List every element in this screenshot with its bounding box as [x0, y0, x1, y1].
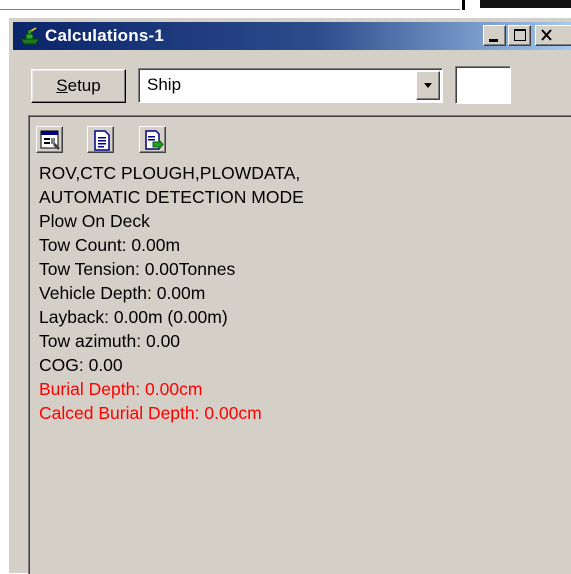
window-title: Calculations-1 [45, 26, 164, 45]
calculations-panel: ROV,CTC PLOUGH,PLOWDATA, AUTOMATIC DETEC… [28, 115, 571, 574]
report-icon [40, 130, 60, 150]
source-select-value: Ship [147, 75, 182, 94]
layback: Layback: 0.00m (0.00m) [39, 307, 228, 327]
ship-app-icon [19, 26, 41, 46]
plow-status: Plow On Deck [39, 211, 150, 231]
background-fragment [480, 0, 571, 8]
title-bar[interactable]: Calculations-1 [13, 22, 571, 50]
calced-burial-depth: Calced Burial Depth: 0.00cm [39, 403, 262, 423]
tow-azimuth: Tow azimuth: 0.00 [39, 331, 181, 351]
source-select-dropdown-button[interactable] [416, 71, 440, 100]
readout-line: AUTOMATIC DETECTION MODE [39, 187, 304, 207]
minimize-icon [489, 39, 498, 42]
minimize-button[interactable] [483, 25, 506, 46]
close-icon [541, 29, 552, 41]
burial-depth: Burial Depth: 0.00cm [39, 379, 203, 399]
setup-label: etup [67, 76, 101, 95]
close-button[interactable] [535, 25, 571, 46]
vehicle-depth: Vehicle Depth: 0.00m [39, 283, 206, 303]
source-select[interactable]: Ship [138, 68, 443, 103]
divider-tick [462, 0, 465, 10]
tow-count: Tow Count: 0.00m [39, 235, 181, 255]
calculations-window: Calculations-1 Setup Ship ROV,CTC PLOUGH… [8, 17, 571, 574]
export-button[interactable] [139, 126, 166, 153]
setup-mnemonic: S [56, 76, 68, 95]
chevron-down-icon [424, 83, 432, 88]
background-strip [0, 0, 571, 17]
export-icon [145, 130, 164, 151]
setup-button[interactable]: Setup [31, 69, 126, 103]
divider-line [0, 9, 460, 10]
document-icon [94, 130, 110, 151]
report-button[interactable] [36, 126, 63, 153]
maximize-button[interactable] [508, 25, 531, 46]
calculation-readout: ROV,CTC PLOUGH,PLOWDATA, AUTOMATIC DETEC… [39, 161, 559, 425]
value-field[interactable] [455, 66, 511, 104]
tow-tension: Tow Tension: 0.00Tonnes [39, 259, 236, 279]
maximize-icon [514, 29, 526, 41]
document-button[interactable] [87, 126, 114, 153]
cog: COG: 0.00 [39, 355, 123, 375]
readout-line: ROV,CTC PLOUGH,PLOWDATA, [39, 163, 301, 183]
